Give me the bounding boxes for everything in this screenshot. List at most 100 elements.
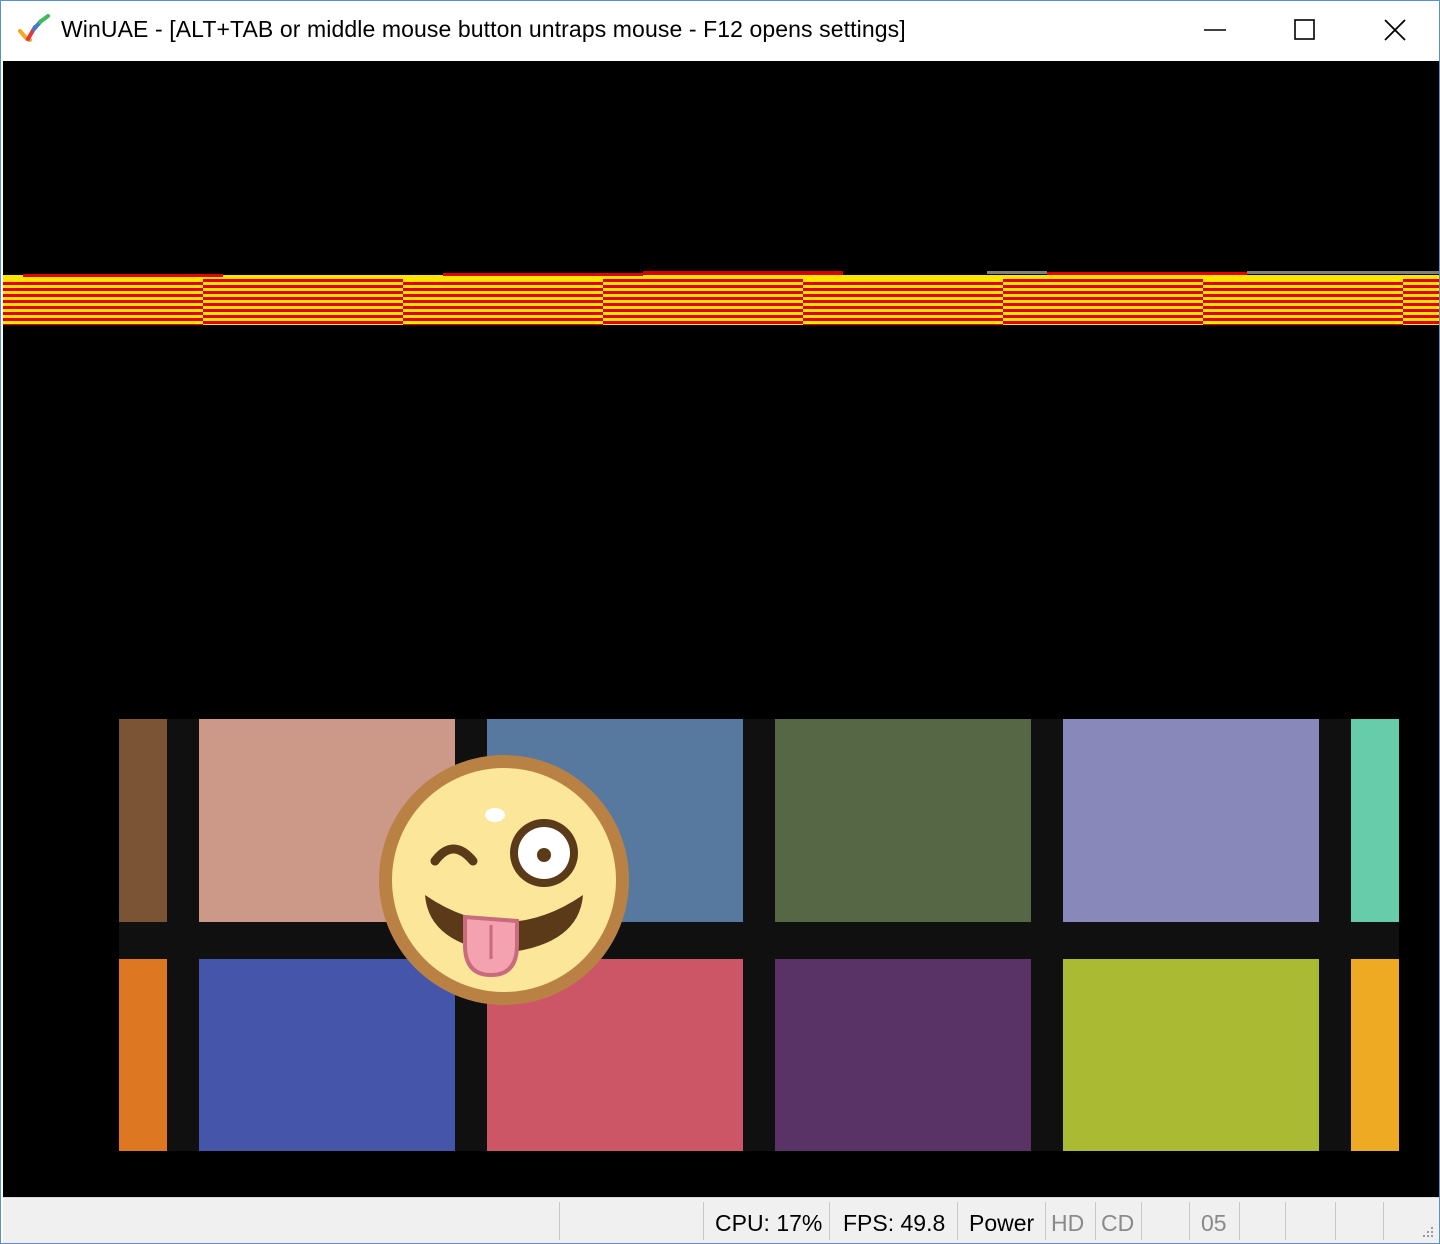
copper-stripe — [403, 309, 619, 312]
copper-stripe — [203, 294, 419, 297]
copper-stripe — [203, 306, 419, 309]
copper-stripe — [3, 309, 203, 312]
status-divider — [957, 1202, 958, 1240]
copper-stripe — [803, 282, 1019, 285]
copper-stripe — [1203, 297, 1419, 300]
copper-stripe — [1203, 282, 1419, 285]
color-tile-grid — [119, 719, 1399, 1151]
copper-stripe — [803, 312, 1019, 315]
window-title: WinUAE - [ALT+TAB or middle mouse button… — [61, 16, 906, 42]
copper-stripe — [803, 285, 1019, 288]
copper-stripe — [803, 321, 1019, 324]
copper-stripe — [3, 306, 203, 309]
copper-stripe — [403, 288, 619, 291]
title-bar[interactable]: WinUAE - [ALT+TAB or middle mouse button… — [1, 1, 1439, 59]
copper-stripe — [803, 306, 1019, 309]
copper-stripe — [3, 318, 203, 321]
copper-stripe — [403, 291, 619, 294]
copper-stripe — [403, 312, 619, 315]
status-divider — [1141, 1202, 1142, 1240]
copper-stripe — [603, 309, 819, 312]
copper-stripe — [1203, 288, 1419, 291]
hd-led[interactable]: HD — [1051, 1210, 1084, 1237]
color-tile — [775, 719, 1031, 922]
status-divider — [1335, 1202, 1336, 1240]
copper-stripe — [203, 303, 419, 306]
copper-stripe — [1403, 285, 1439, 288]
copper-stripe — [3, 285, 203, 288]
copper-stripe — [803, 291, 1019, 294]
copper-stripe — [603, 318, 819, 321]
copper-stripe — [1203, 279, 1419, 282]
close-icon — [1384, 19, 1406, 41]
color-tile — [1351, 959, 1399, 1151]
minimize-icon — [1204, 29, 1226, 31]
copper-stripe — [1203, 294, 1419, 297]
copper-stripe — [603, 294, 819, 297]
copper-stripe — [3, 282, 203, 285]
copper-stripe — [1203, 303, 1419, 306]
copper-stripe — [3, 297, 203, 300]
copper-stripe — [603, 303, 819, 306]
status-divider — [1189, 1202, 1190, 1240]
color-tile — [1351, 719, 1399, 922]
copper-stripe — [203, 282, 419, 285]
copper-stripe — [1403, 315, 1439, 318]
copper-stripe — [403, 306, 619, 309]
close-button[interactable] — [1349, 1, 1439, 59]
color-tile — [1063, 959, 1319, 1151]
copper-stripe — [1003, 324, 1219, 325]
cd-led[interactable]: CD — [1101, 1210, 1134, 1237]
copper-stripe — [3, 288, 203, 291]
copper-stripe — [803, 297, 1019, 300]
copper-stripe — [203, 291, 419, 294]
copper-stripe — [3, 291, 203, 294]
copper-stripe — [603, 300, 819, 303]
copper-stripe — [203, 312, 419, 315]
copper-stripe — [1003, 291, 1219, 294]
copper-stripe — [403, 315, 619, 318]
copper-stripe — [1403, 312, 1439, 315]
copper-stripe — [1203, 291, 1419, 294]
copper-bar-top-edge — [3, 271, 1439, 279]
status-divider — [1045, 1202, 1046, 1240]
copper-stripe — [3, 279, 203, 282]
copper-stripe — [1203, 324, 1419, 325]
copper-stripe — [403, 282, 619, 285]
status-divider — [1285, 1202, 1286, 1240]
copper-stripe — [203, 288, 419, 291]
status-divider — [829, 1202, 830, 1240]
copper-stripe — [403, 303, 619, 306]
copper-stripe — [1203, 300, 1419, 303]
copper-stripe — [1003, 306, 1219, 309]
copper-stripe — [3, 324, 203, 325]
copper-stripe — [1403, 294, 1439, 297]
copper-stripe — [603, 288, 819, 291]
copper-stripe — [403, 321, 619, 324]
minimize-button[interactable] — [1169, 1, 1261, 59]
copper-stripe — [603, 282, 819, 285]
copper-stripe — [803, 309, 1019, 312]
maximize-button[interactable] — [1259, 1, 1351, 59]
copper-stripe — [1003, 312, 1219, 315]
copper-stripe — [1003, 318, 1219, 321]
power-led[interactable]: Power — [969, 1210, 1034, 1237]
copper-stripe — [403, 318, 619, 321]
emulator-display[interactable] — [3, 61, 1439, 1197]
copper-stripe — [1403, 297, 1439, 300]
copper-stripe — [603, 315, 819, 318]
resize-grip-icon[interactable] — [1419, 1223, 1435, 1239]
copper-stripe — [1203, 321, 1419, 324]
copper-stripe — [403, 324, 619, 325]
copper-stripe — [1003, 315, 1219, 318]
copper-stripe — [803, 303, 1019, 306]
copper-stripe — [1203, 285, 1419, 288]
copper-stripe — [403, 285, 619, 288]
copper-stripe — [1003, 300, 1219, 303]
cpu-usage: CPU: 17% — [715, 1210, 823, 1236]
copper-stripe — [1003, 321, 1219, 324]
floppy-drive-track[interactable]: 05 — [1201, 1210, 1227, 1237]
copper-stripe — [403, 279, 619, 282]
copper-stripe — [1403, 306, 1439, 309]
status-divider — [1239, 1202, 1240, 1240]
